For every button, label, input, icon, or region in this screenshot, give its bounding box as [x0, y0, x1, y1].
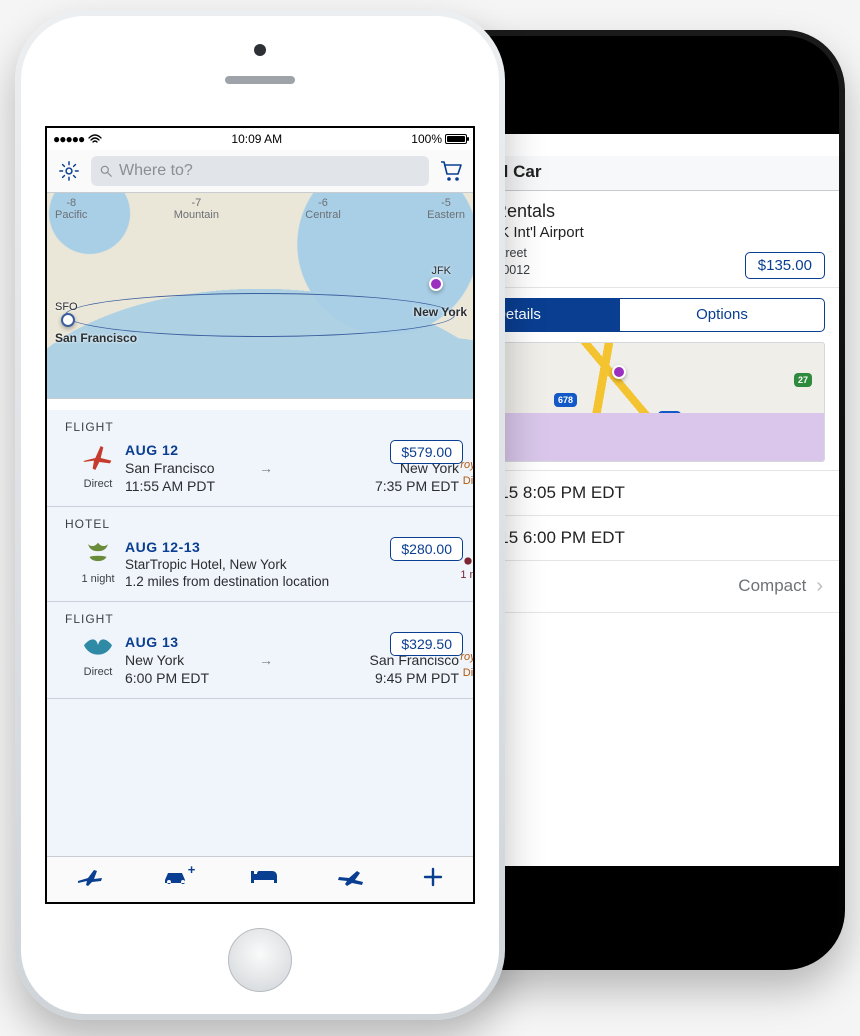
route-shield: 678	[554, 393, 577, 407]
alt-option-peek[interactable]: 1 n	[453, 557, 473, 581]
planner-top-bar: Where to?	[47, 150, 473, 193]
origin-city: San Francisco	[55, 331, 137, 345]
plus-badge-icon: +	[188, 862, 196, 877]
itinerary-card-flight-outbound[interactable]: FLIGHT $579.00 Direct AUG 12 San F	[47, 410, 473, 507]
depart-time: 11:55 AM PDT	[125, 478, 245, 494]
wifi-icon	[88, 134, 102, 145]
hotel-distance: 1.2 miles from destination location	[125, 574, 459, 589]
alt-option-peek[interactable]: roy Di	[453, 652, 473, 678]
alt-sub: Di	[463, 667, 473, 679]
tz-offset: -7	[174, 197, 219, 209]
bird-icon	[81, 634, 115, 662]
alt-brand: roy	[460, 459, 473, 471]
alt-brand: roy	[460, 651, 473, 663]
cart-button[interactable]	[439, 159, 463, 183]
search-icon	[99, 164, 113, 178]
hotel-emblem-icon	[81, 539, 115, 569]
arrive-time: 7:35 PM EDT	[375, 478, 459, 494]
depart-time: 6:00 PM EDT	[125, 670, 245, 686]
plane-landing-icon	[337, 867, 365, 887]
alt-option-peek[interactable]: roy Di	[453, 460, 473, 486]
signal-strength-icon: ●●●●●	[53, 132, 84, 146]
phone-speaker	[225, 76, 295, 84]
plane-takeoff-icon	[76, 867, 104, 887]
bed-icon	[249, 869, 279, 885]
rental-price-chip[interactable]: $135.00	[745, 252, 825, 279]
route-shield: 27	[794, 373, 812, 387]
tab-car[interactable]: +	[161, 868, 191, 891]
arrow-right-icon: →	[259, 652, 273, 668]
card-kind: FLIGHT	[65, 420, 459, 434]
from-city: New York	[125, 652, 245, 668]
tz-offset: -5	[427, 197, 465, 209]
tab-hotel[interactable]	[249, 869, 279, 890]
map-pin-destination	[429, 277, 443, 291]
itinerary-list: FLIGHT $579.00 Direct AUG 12 San F	[47, 410, 473, 856]
tz-offset: -6	[305, 197, 340, 209]
itinerary-card-hotel[interactable]: HOTEL $280.00 1 night AUG 12-13 StarTrop…	[47, 507, 473, 602]
cart-icon	[439, 160, 463, 182]
tz-offset: -8	[55, 197, 87, 209]
map-pin-origin	[61, 313, 75, 327]
phone-camera	[254, 44, 266, 56]
card-icon-sub: Direct	[84, 478, 113, 490]
chevron-right-icon: ›	[816, 575, 823, 598]
travel-planner-screen: ●●●●● 10:09 AM 100%	[45, 126, 475, 904]
arrow-right-icon: →	[259, 460, 273, 476]
dest-city: New York	[413, 305, 467, 319]
dest-code: JFK	[431, 265, 451, 277]
origin-code: SFO	[55, 301, 78, 313]
arrive-time: 9:45 PM PDT	[375, 670, 459, 686]
tz-label: Pacific	[55, 209, 87, 221]
search-placeholder: Where to?	[119, 162, 193, 180]
ios-status-bar: ●●●●● 10:09 AM 100%	[47, 128, 473, 150]
car-class-value: Compact	[738, 576, 806, 596]
settings-button[interactable]	[57, 159, 81, 183]
status-battery-pct: 100%	[411, 132, 442, 146]
card-icon-sub: Direct	[84, 666, 113, 678]
tz-label: Central	[305, 209, 340, 221]
bottom-tab-bar: +	[47, 856, 473, 902]
search-input[interactable]: Where to?	[91, 156, 429, 186]
battery-icon	[445, 134, 467, 144]
home-button[interactable]	[228, 928, 292, 992]
card-kind: HOTEL	[65, 517, 459, 531]
airplane-icon	[82, 442, 114, 474]
route-shield: 878	[658, 411, 681, 425]
device-white-iphone: ●●●●● 10:09 AM 100%	[15, 10, 505, 1020]
alt-sub: Di	[463, 475, 473, 487]
map-pin-icon	[612, 365, 626, 379]
gear-icon	[58, 160, 80, 182]
tab-flight-return[interactable]	[337, 867, 365, 892]
tab-flight-depart[interactable]	[76, 867, 104, 892]
itinerary-card-flight-return[interactable]: FLIGHT $329.50 Direct AUG 13 New Y	[47, 602, 473, 699]
from-city: San Francisco	[125, 460, 245, 476]
status-time: 10:09 AM	[102, 132, 411, 146]
alt-sub: 1 n	[460, 569, 473, 581]
tz-label: Mountain	[174, 209, 219, 221]
segment-options[interactable]: Options	[620, 299, 824, 331]
timezone-header: -8Pacific -7Mountain -6Central -5Eastern	[47, 197, 473, 221]
status-battery-pct: 100%	[777, 138, 808, 152]
route-map[interactable]: -8Pacific -7Mountain -6Central -5Eastern…	[47, 193, 473, 399]
plus-icon	[422, 866, 444, 888]
card-kind: FLIGHT	[65, 612, 459, 626]
tab-add[interactable]	[422, 866, 444, 893]
bed-icon	[458, 557, 473, 565]
battery-icon	[811, 140, 833, 150]
tz-label: Eastern	[427, 209, 465, 221]
card-icon-sub: 1 night	[81, 573, 114, 585]
